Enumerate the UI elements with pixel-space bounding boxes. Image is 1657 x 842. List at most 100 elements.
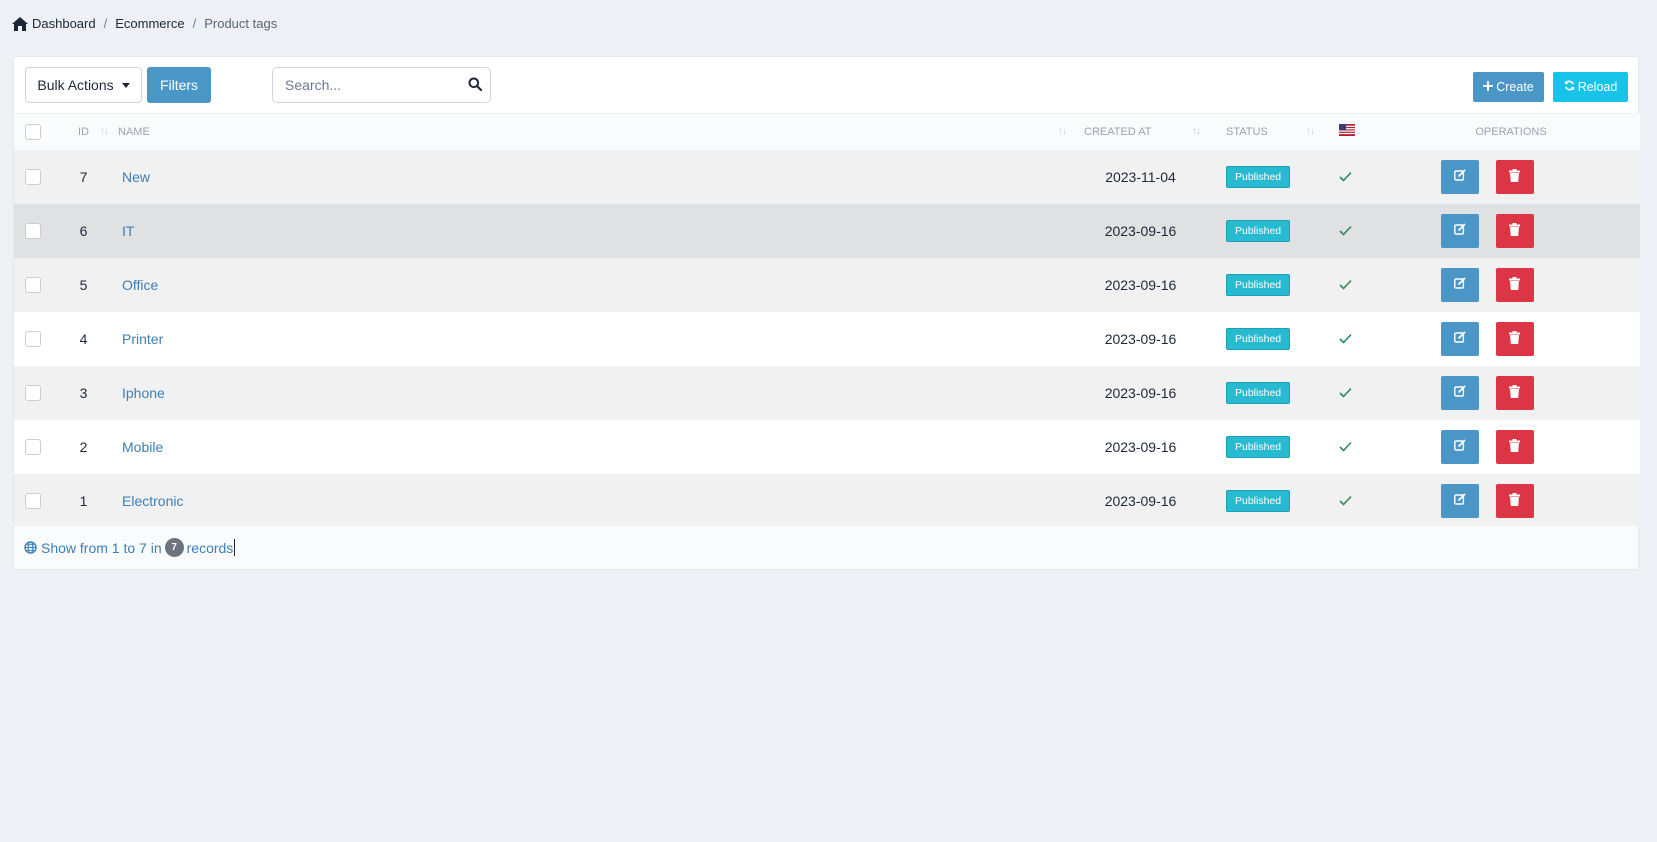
check-icon[interactable] — [1339, 331, 1352, 347]
row-created-at: 2023-11-04 — [1105, 168, 1176, 185]
column-name[interactable]: NAME ↑↓ — [106, 114, 1074, 150]
row-checkbox[interactable] — [25, 277, 41, 294]
table-row: 2 Mobile 2023-09-16 Published — [14, 419, 1640, 474]
records-prefix: Show from 1 to 7 in — [41, 539, 162, 556]
edit-button[interactable] — [1441, 159, 1479, 194]
product-tags-card: Bulk Actions Filters Create Reload — [13, 56, 1640, 570]
edit-button[interactable] — [1441, 267, 1479, 302]
row-created-at: 2023-09-16 — [1104, 384, 1177, 401]
row-id: 3 — [79, 384, 88, 401]
reload-button[interactable]: Reload — [1553, 72, 1628, 102]
column-operations-label: OPERATIONS — [1475, 125, 1547, 138]
edit-button[interactable] — [1441, 213, 1479, 248]
row-checkbox[interactable] — [25, 493, 41, 510]
us-flag-icon — [1339, 124, 1355, 139]
status-badge: Published — [1226, 381, 1291, 404]
row-operations-cell — [1382, 474, 1640, 528]
status-badge: Published — [1226, 435, 1291, 458]
row-name-link[interactable]: Mobile — [122, 439, 163, 455]
bulk-actions-button[interactable]: Bulk Actions — [25, 67, 142, 103]
row-id: 6 — [79, 222, 88, 239]
row-name-link[interactable]: Office — [122, 277, 158, 293]
delete-button[interactable] — [1495, 321, 1534, 356]
breadcrumb-dashboard[interactable]: Dashboard — [32, 16, 96, 31]
sort-icon[interactable]: ↑↓ — [1192, 126, 1201, 137]
breadcrumb-ecommerce[interactable]: Ecommerce — [115, 16, 184, 31]
plus-icon — [1483, 80, 1494, 94]
select-all-checkbox[interactable] — [25, 123, 41, 140]
breadcrumb-separator: / — [192, 16, 197, 31]
column-id[interactable]: ID ↑↓ — [61, 114, 109, 150]
edit-icon — [1454, 223, 1466, 238]
text-cursor — [234, 539, 236, 556]
row-created-at: 2023-09-16 — [1104, 492, 1177, 509]
row-name-link[interactable]: Electronic — [122, 493, 183, 509]
edit-icon — [1454, 439, 1466, 454]
table-row: 1 Electronic 2023-09-16 Published — [14, 473, 1640, 528]
delete-button[interactable] — [1495, 375, 1534, 410]
delete-button[interactable] — [1495, 429, 1534, 464]
row-checkbox[interactable] — [25, 385, 41, 402]
records-count-badge: 7 — [164, 538, 184, 557]
table-row: 3 Iphone 2023-09-16 Published — [14, 365, 1640, 420]
sort-icon[interactable]: ↑↓ — [1058, 126, 1067, 137]
row-name-link[interactable]: Printer — [122, 331, 163, 347]
status-badge: Published — [1226, 219, 1291, 242]
row-checkbox[interactable] — [25, 331, 41, 348]
edit-button[interactable] — [1441, 375, 1479, 410]
check-icon[interactable] — [1339, 493, 1352, 509]
row-name-link[interactable]: New — [122, 169, 150, 185]
filters-button[interactable]: Filters — [147, 67, 211, 103]
home-icon[interactable] — [12, 16, 28, 31]
delete-button[interactable] — [1495, 213, 1534, 248]
edit-button[interactable] — [1441, 429, 1479, 464]
row-checkbox[interactable] — [25, 169, 41, 186]
row-created-at: 2023-09-16 — [1104, 330, 1177, 347]
status-badge: Published — [1226, 273, 1291, 296]
row-language-cell — [1320, 474, 1382, 528]
row-status-cell: Published — [1207, 366, 1320, 420]
edit-button[interactable] — [1441, 321, 1479, 356]
search-input[interactable] — [273, 68, 453, 102]
row-name-link[interactable]: Iphone — [122, 385, 165, 401]
row-name-cell: New — [106, 150, 1074, 204]
create-button[interactable]: Create — [1473, 72, 1544, 102]
row-name-cell: Electronic — [106, 474, 1074, 528]
sort-icon[interactable]: ↑↓ — [1306, 126, 1315, 137]
column-operations: OPERATIONS — [1382, 114, 1640, 150]
column-created-at-label: CREATED AT — [1084, 125, 1152, 138]
check-icon[interactable] — [1339, 277, 1352, 293]
trash-icon — [1509, 384, 1521, 401]
table-row: 6 IT 2023-09-16 Published — [14, 203, 1640, 258]
column-name-label: NAME — [118, 125, 150, 138]
row-operations-cell — [1382, 258, 1640, 312]
row-select-cell — [14, 312, 61, 366]
search-icon[interactable] — [468, 77, 483, 94]
row-select-cell — [14, 150, 61, 204]
row-name-cell: Mobile — [106, 420, 1074, 474]
delete-button[interactable] — [1495, 159, 1534, 194]
column-status[interactable]: STATUS ↑↓ — [1207, 114, 1320, 150]
edit-button[interactable] — [1441, 483, 1479, 518]
row-status-cell: Published — [1207, 420, 1320, 474]
records-suffix: records — [186, 539, 234, 556]
row-checkbox[interactable] — [25, 439, 41, 456]
breadcrumb-separator: / — [103, 16, 108, 31]
column-created-at[interactable]: CREATED AT ↑↓ — [1074, 114, 1207, 150]
check-icon[interactable] — [1339, 385, 1352, 401]
check-icon[interactable] — [1339, 439, 1352, 455]
row-operations-cell — [1382, 312, 1640, 366]
delete-button[interactable] — [1495, 267, 1534, 302]
bulk-actions-label: Bulk Actions — [37, 77, 114, 93]
edit-icon — [1454, 169, 1466, 184]
check-icon[interactable] — [1339, 223, 1352, 239]
delete-button[interactable] — [1495, 483, 1534, 518]
row-name-link[interactable]: IT — [122, 223, 134, 239]
trash-icon — [1509, 492, 1521, 509]
check-icon[interactable] — [1339, 169, 1352, 185]
row-language-cell — [1320, 312, 1382, 366]
row-checkbox[interactable] — [25, 223, 41, 240]
row-select-cell — [14, 366, 61, 420]
table-footer: Show from 1 to 7 in 7 records — [14, 526, 1638, 569]
table-row: 5 Office 2023-09-16 Published — [14, 257, 1640, 312]
